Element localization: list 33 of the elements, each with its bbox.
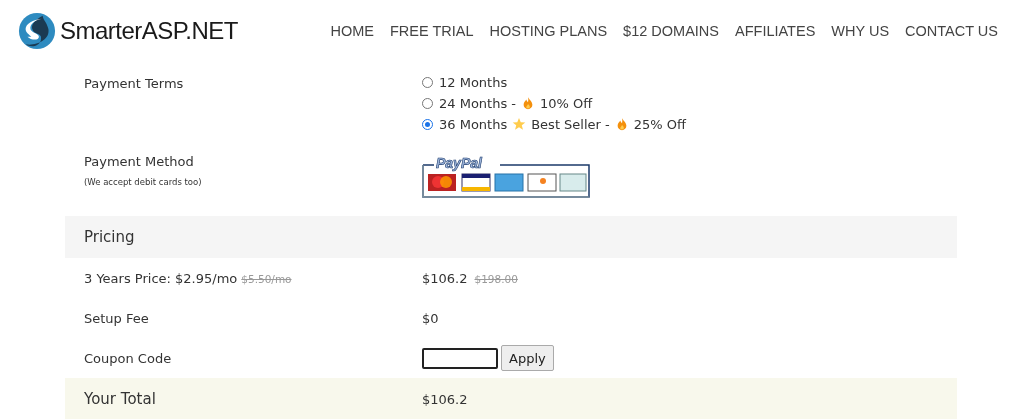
row-label: Setup Fee	[84, 310, 150, 326]
section-heading: Pricing	[84, 228, 135, 246]
star-icon	[512, 117, 527, 131]
option-text: 36 Months	[439, 116, 508, 132]
row-value: $0	[422, 310, 440, 326]
total-label: Your Total	[84, 390, 157, 408]
option-text: 25% Off	[633, 116, 686, 132]
nav-link[interactable]: CONTACT US	[905, 23, 998, 39]
logo-icon	[18, 12, 56, 50]
row-label: Coupon Code	[84, 350, 173, 366]
option-text: 10% Off	[540, 95, 593, 111]
coupon-input[interactable]	[422, 347, 498, 369]
price-label: 3 Years Price: $2.95/mo $5.50/mo	[84, 270, 293, 286]
nav-link[interactable]: HOSTING PLANS	[489, 23, 608, 39]
logo-text[interactable]: SmarterASP.NET	[60, 17, 238, 45]
radio-button[interactable]	[422, 118, 433, 130]
radio-button[interactable]	[422, 97, 433, 109]
field-note: (We accept debit cards too)	[84, 177, 203, 187]
field-label: Payment Method	[84, 154, 195, 169]
field-label: Payment Terms	[84, 75, 185, 93]
nav-link[interactable]: AFFILIATES	[735, 23, 816, 39]
apply-button[interactable]: Apply	[501, 345, 554, 371]
radio-button[interactable]	[422, 76, 433, 88]
nav-link[interactable]: WHY US	[831, 23, 890, 39]
nav-link[interactable]: FREE TRIAL	[389, 23, 474, 39]
price-value: $106.2 $198.00	[422, 270, 519, 286]
option-text: Best Seller -	[531, 116, 610, 132]
nav-link[interactable]: HOME	[330, 23, 374, 39]
total-value: $106.2	[422, 391, 469, 407]
option-text: 24 Months -	[439, 95, 517, 111]
paypal-cards-drawing: PayPal	[422, 154, 590, 198]
nav-link[interactable]: $12 DOMAINS	[623, 23, 719, 39]
option-text: 12 Months	[439, 74, 508, 90]
